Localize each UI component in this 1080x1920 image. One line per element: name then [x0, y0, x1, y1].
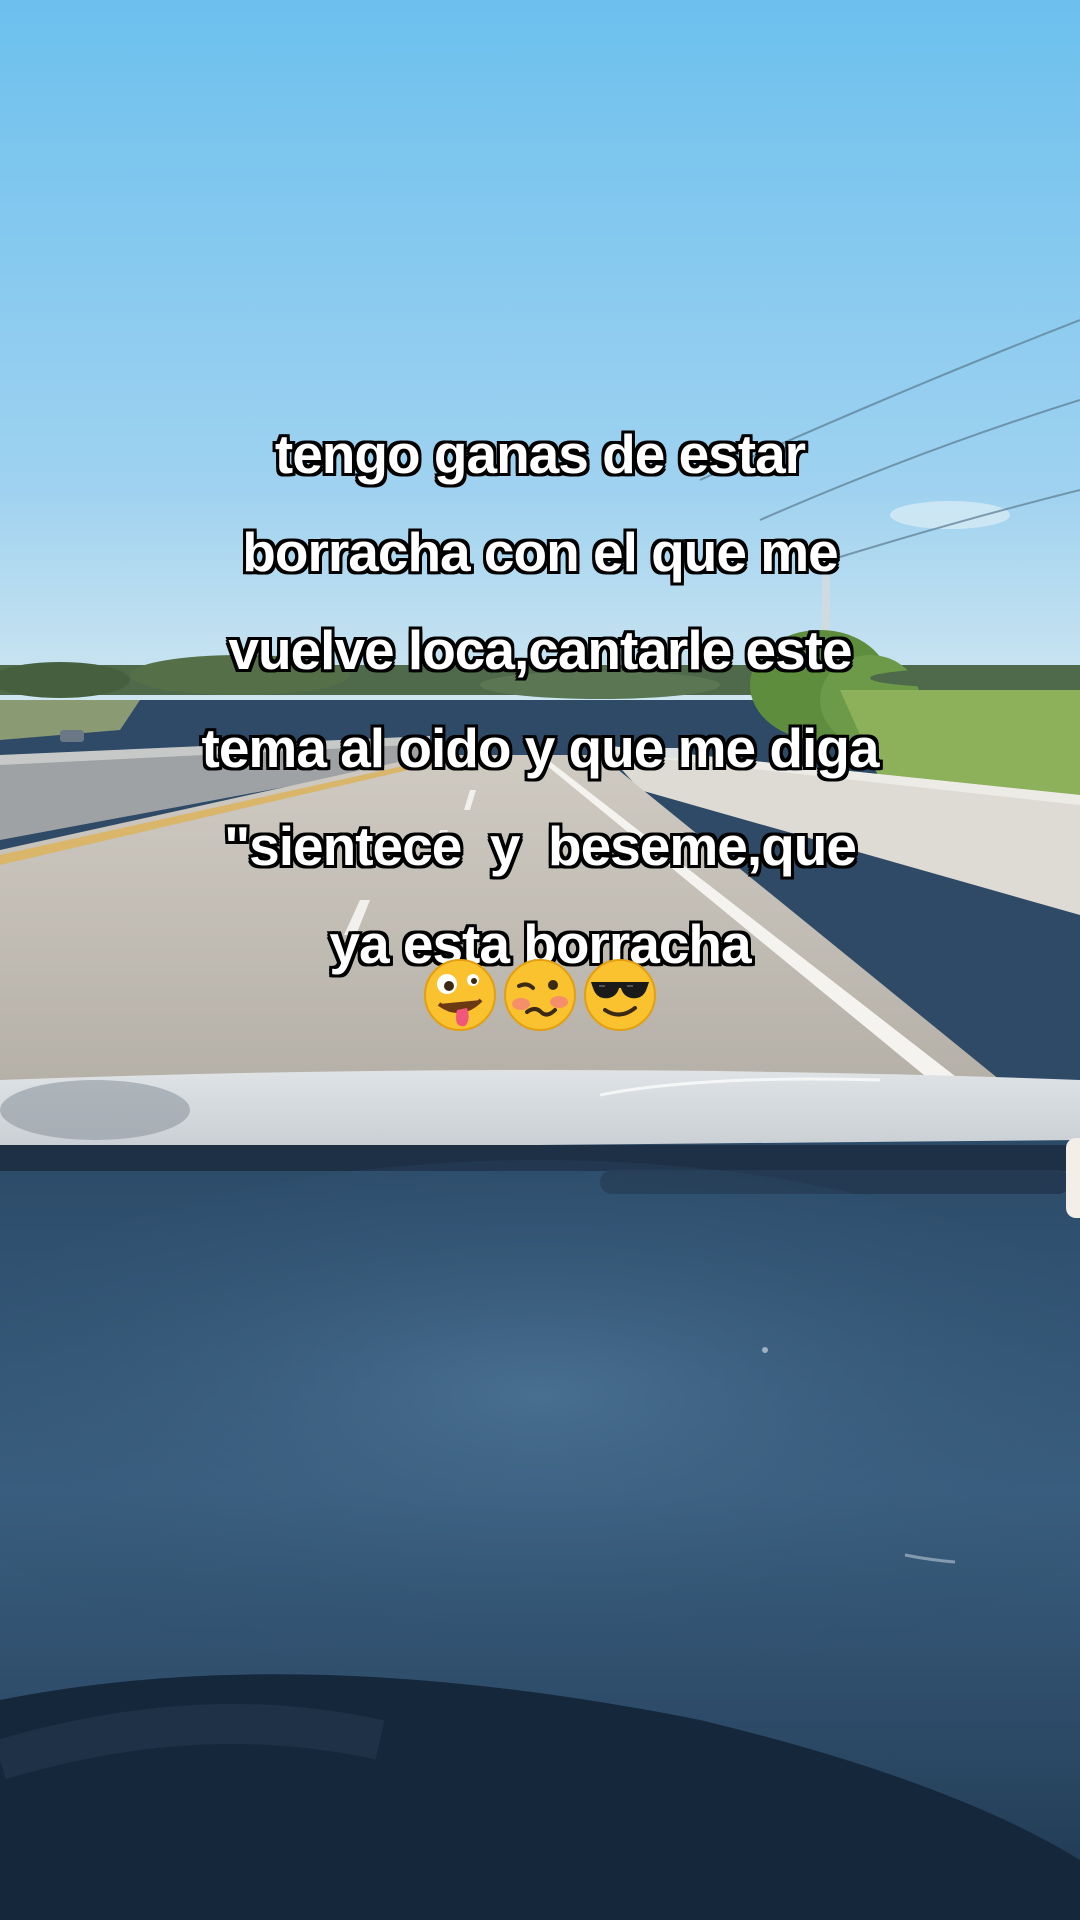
- woozy-face-emoji: [504, 959, 576, 1031]
- sunglasses-face-emoji: [584, 959, 656, 1031]
- sky: [0, 0, 1080, 700]
- zany-face-emoji: [424, 959, 496, 1031]
- emoji-row: [0, 958, 1080, 1038]
- edge-object: [1066, 1138, 1080, 1218]
